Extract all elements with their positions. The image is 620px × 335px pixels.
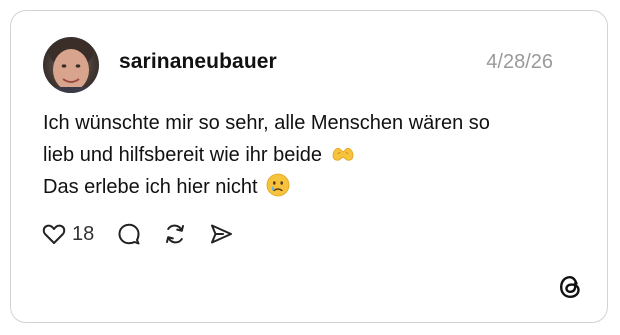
- post-card: sarinaneubauer 4/28/26 Ich wünschte mir …: [10, 10, 608, 323]
- post-text-line-2: lieb und hilfsbereit wie ihr beide: [43, 139, 583, 171]
- crying-face-emoji: [266, 173, 290, 197]
- post-text-line-1: Ich wünschte mir so sehr, alle Menschen …: [43, 112, 490, 134]
- like-count: 18: [72, 222, 95, 245]
- heart-icon[interactable]: [41, 221, 67, 247]
- share-icon[interactable]: [208, 221, 234, 247]
- post-date: 4/28/26: [486, 51, 553, 73]
- post-actions: 18: [41, 219, 234, 249]
- repost-icon[interactable]: [162, 221, 188, 247]
- avatar[interactable]: [43, 37, 99, 93]
- username[interactable]: sarinaneubauer: [119, 50, 277, 74]
- threads-logo[interactable]: [555, 272, 585, 302]
- post-text: Ich wünschte mir so sehr, alle Menschen …: [43, 107, 583, 203]
- comment-icon[interactable]: [116, 221, 142, 247]
- post-text-line-2-text: lieb und hilfsbereit wie ihr beide: [43, 144, 323, 166]
- post-text-line-3-text: Das erlebe ich hier nicht: [43, 176, 258, 198]
- post-text-line-3: Das erlebe ich hier nicht: [43, 171, 583, 203]
- heart-hands-emoji: [332, 148, 354, 161]
